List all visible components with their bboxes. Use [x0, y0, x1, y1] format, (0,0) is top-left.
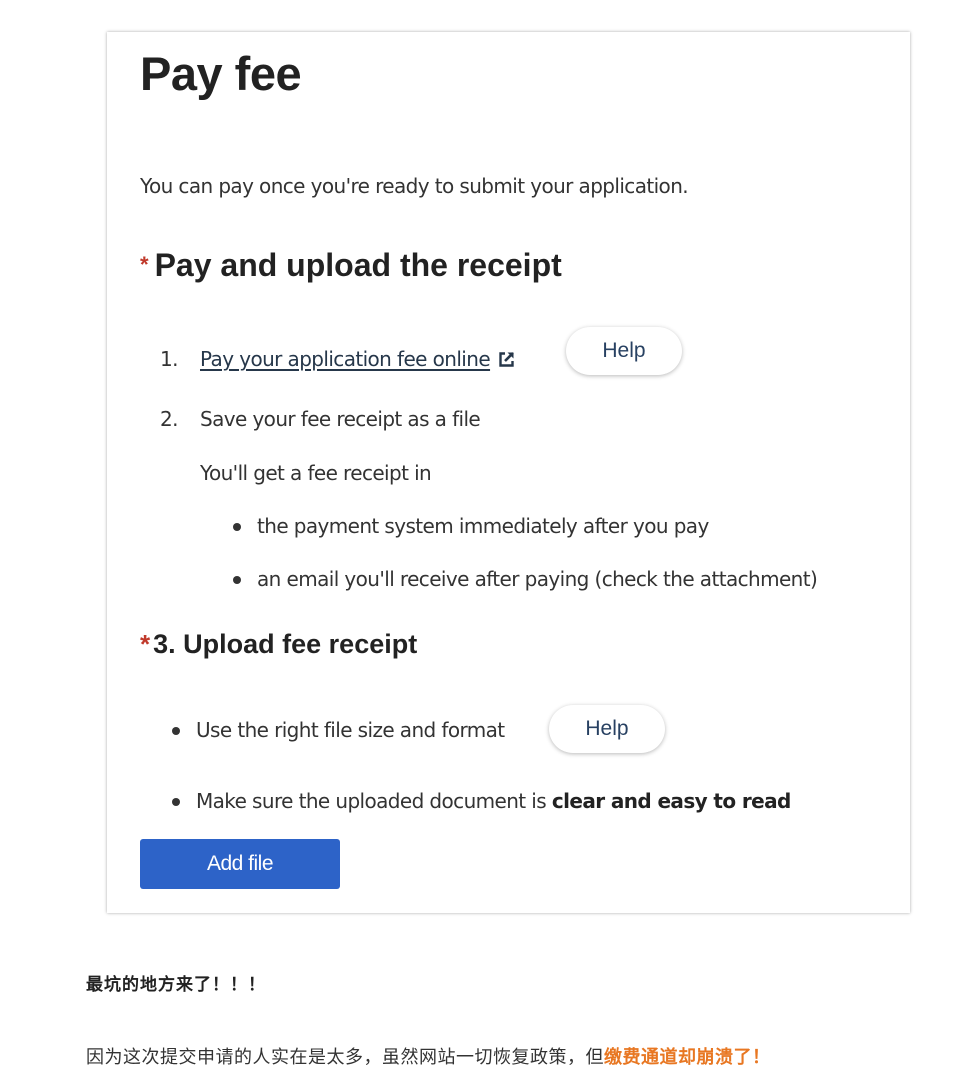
bullet — [172, 727, 180, 735]
upload-tip-clear-bold: clear and easy to read — [551, 789, 791, 813]
upload-tip-size-format: Use the right file size and format — [196, 718, 505, 742]
pay-fee-online-link[interactable]: Pay your application fee online — [200, 347, 491, 371]
step-1: Pay your application fee online — [200, 346, 515, 374]
article-highlight: 缴费通道却崩溃了！ — [604, 1047, 771, 1068]
section-heading: * Pay and upload the receipt — [140, 247, 562, 284]
upload-heading-text: 3. Upload fee receipt — [153, 629, 418, 659]
help-button-file-format[interactable]: Help — [549, 705, 665, 753]
required-marker: * — [140, 252, 149, 277]
pay-fee-card: Pay fee You can pay once you're ready to… — [107, 32, 910, 913]
help-button-pay-online[interactable]: Help — [566, 327, 682, 375]
step-1-number: 1. — [160, 347, 178, 371]
receipt-source-email: an email you'll receive after paying (ch… — [257, 567, 818, 591]
article-paragraph: 因为这次提交申请的人实在是太多，虽然网站一切恢复政策，但缴费通道却崩溃了！ — [86, 1043, 771, 1069]
step-2-text: Save your fee receipt as a file — [200, 407, 481, 431]
section-heading-text: Pay and upload the receipt — [154, 247, 562, 283]
article-paragraph-text: 因为这次提交申请的人实在是太多，虽然网站一切恢复政策，但 — [86, 1047, 604, 1068]
external-link-icon — [498, 348, 515, 374]
upload-heading: * 3. Upload fee receipt — [140, 629, 417, 660]
add-file-button[interactable]: Add file — [140, 839, 340, 889]
bullet — [233, 523, 241, 531]
page-title: Pay fee — [140, 47, 302, 100]
step-2-number: 2. — [160, 407, 178, 431]
upload-tip-clear-prefix: Make sure the uploaded document is — [196, 789, 552, 813]
receipt-info: You'll get a fee receipt in — [200, 461, 432, 485]
intro-text: You can pay once you're ready to submit … — [140, 174, 689, 198]
article-bold-line: 最坑的地方来了！！！ — [86, 975, 266, 995]
bullet — [233, 576, 241, 584]
bullet — [172, 798, 180, 806]
required-marker: * — [140, 629, 151, 659]
upload-tip-clear: Make sure the uploaded document is clear… — [196, 788, 791, 814]
receipt-source-payment-system: the payment system immediately after you… — [257, 514, 709, 538]
